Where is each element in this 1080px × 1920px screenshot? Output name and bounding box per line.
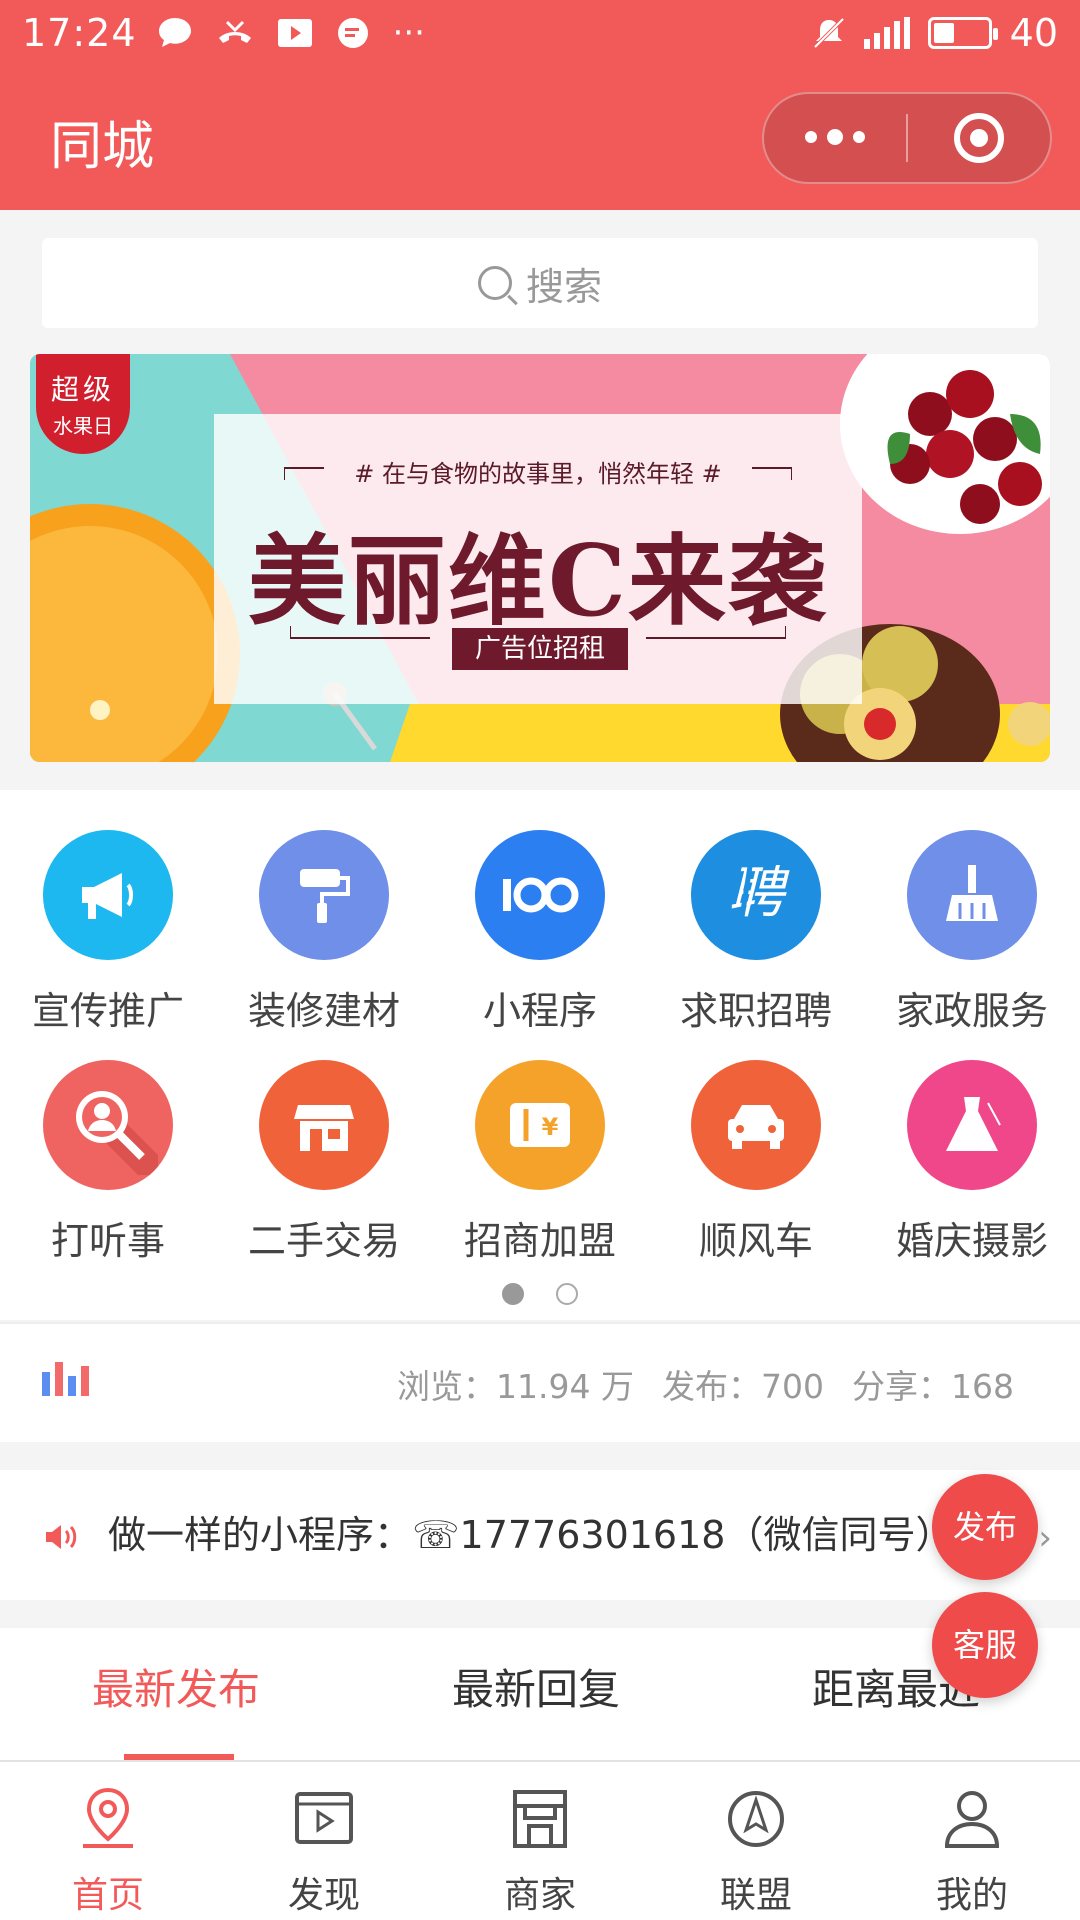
shares-stat: 分享：168 [852,1367,1014,1406]
chevron-right-icon: › [1038,1518,1052,1558]
battery-icon [927,17,998,49]
pager-dot-1[interactable] [502,1283,524,1305]
status-time: 17:24 [22,11,137,55]
category-label: 二手交易 [247,1219,400,1263]
category-recruit[interactable]: 聘求职招聘 [648,830,864,1035]
bottom-nav: 首页 发现 商家 联盟 我的 [0,1760,1080,1920]
category-label: 顺风车 [698,1219,813,1263]
close-mini-program-button[interactable] [908,113,1050,163]
paint-roller-icon [259,830,389,960]
publish-button[interactable]: 发布 [932,1474,1038,1580]
more-notifications-icon: ··· [392,13,425,53]
notice-bar[interactable]: 做一样的小程序：☏17776301618（微信同号） › [0,1470,1080,1600]
location-pin-icon [83,1787,133,1848]
search-icon [477,266,512,300]
ticket-icon: ¥ [475,1060,605,1190]
nav-profile[interactable]: 我的 [864,1762,1080,1920]
mini-program-icon [475,830,605,960]
category-magnifier-person[interactable]: 打听事 [0,1060,216,1265]
nav-profile-label: 我的 [935,1875,1008,1916]
nav-home-label: 首页 [71,1875,144,1916]
banner-text-card: # 在与食物的故事里，悄然年轻 # 美丽维C来袭 广告位招租 [214,414,862,704]
search-bar[interactable]: 搜索 [42,238,1038,328]
target-icon [953,113,1004,163]
banner-subtitle: # 在与食物的故事里，悄然年轻 # [354,460,722,488]
badge-line1: 超级 [50,373,115,406]
user-icon [944,1791,1000,1848]
posts-stat: 发布：700 [662,1367,824,1406]
super-fruit-day-badge: 超级 水果日 [36,354,130,454]
category-label: 招商加盟 [463,1219,616,1263]
stats-values: 浏览：11.94 万 发布：700 分享：168 [397,1324,1014,1444]
battery-fill [933,23,955,43]
grid-pager [0,1283,1080,1305]
compass-icon [728,1791,784,1847]
nav-discover[interactable]: 发现 [216,1762,432,1920]
tab-latest-posts[interactable]: 最新发布 [92,1628,260,1760]
category-shop[interactable]: 二手交易 [216,1060,432,1265]
status-notifications: ··· [157,13,425,53]
category-label: 家政服务 [895,989,1048,1033]
message-app-icon [337,18,368,48]
more-menu-button[interactable] [764,129,906,145]
magnifier-person-icon [43,1060,173,1190]
storefront-icon [513,1790,567,1848]
customer-service-button[interactable]: 客服 [932,1592,1038,1698]
bar-chart-icon [42,1362,89,1396]
video-play-icon [295,1792,353,1844]
mute-icon [813,17,845,49]
tab-latest-replies[interactable]: 最新回复 [452,1628,620,1760]
category-label: 装修建材 [247,989,400,1033]
search-placeholder: 搜索 [525,264,602,309]
nav-merchants[interactable]: 商家 [432,1762,648,1920]
recruit-icon: 聘 [691,830,821,960]
category-ticket[interactable]: ¥ 招商加盟 [432,1060,648,1265]
category-label: 婚庆摄影 [895,1219,1048,1263]
category-label: 求职招聘 [679,989,832,1033]
nav-discover-label: 发现 [287,1875,360,1916]
category-dress[interactable]: 婚庆摄影 [864,1060,1080,1265]
megaphone-icon [43,830,173,960]
page-title: 同城 [50,117,155,177]
nav-alliance-label: 联盟 [719,1875,792,1916]
category-label: 小程序 [482,989,597,1033]
battery-level: 40 [1009,11,1058,55]
missed-call-icon [218,20,251,43]
category-car[interactable]: 顺风车 [648,1060,864,1265]
ad-space-tag: 广告位招租 [452,628,628,670]
feed-tabs: 最新发布 最新回复 距离最近 [0,1628,1080,1760]
category-paint-roller[interactable]: 装修建材 [216,830,432,1035]
category-mini-program[interactable]: 小程序 [432,830,648,1035]
signal-icon [863,17,910,49]
promo-banner[interactable]: 超级 水果日 # 在与食物的故事里，悄然年轻 # 美丽维C来袭 广告位招租 [30,354,1050,762]
pager-dot-2[interactable] [556,1283,578,1305]
speaker-icon [46,1525,77,1549]
status-bar: 17:24 ··· 40 [0,0,1080,66]
mini-program-capsule [762,92,1052,184]
nav-alliance[interactable]: 联盟 [648,1762,864,1920]
status-system: 40 [812,11,1058,55]
category-broom[interactable]: 家政服务 [864,830,1080,1035]
category-label: 宣传推广 [31,989,184,1033]
svg-text:聘: 聘 [728,861,790,926]
notice-text: 做一样的小程序：☏17776301618（微信同号） [108,1513,954,1557]
broom-icon [907,830,1037,960]
nav-merchants-label: 商家 [503,1875,576,1916]
shop-icon [259,1060,389,1190]
nav-home[interactable]: 首页 [0,1762,216,1920]
chat-bubble-icon [158,18,191,47]
car-icon [691,1060,821,1190]
stats-row: 浏览：11.94 万 发布：700 分享：168 [0,1322,1080,1442]
top-bar: 17:24 ··· 40 同城 [0,0,1080,210]
category-megaphone[interactable]: 宣传推广 [0,830,216,1035]
banner-headline: 美丽维C来袭 [248,524,828,639]
badge-line2: 水果日 [53,414,113,438]
views-stat: 浏览：11.94 万 [397,1367,634,1406]
svg-text:¥: ¥ [542,1113,559,1141]
category-label: 打听事 [50,1219,165,1263]
dress-icon [907,1060,1037,1190]
video-app-icon [277,19,312,47]
